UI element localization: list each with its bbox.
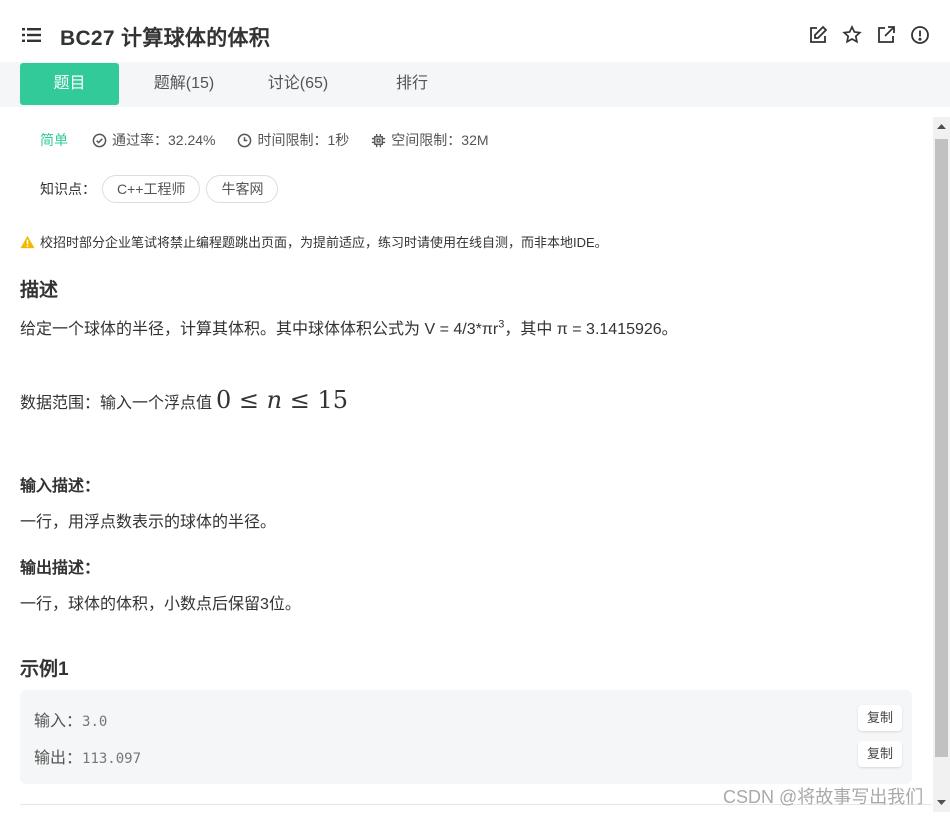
output-text: 一行，球体的体积，小数点后保留3位。 xyxy=(20,596,301,613)
difficulty-badge: 简单 xyxy=(40,132,68,148)
description-text: 给定一个球体的半径，计算其体积。其中球体体积公式为 V = 4/3*πr3，其中… xyxy=(20,318,678,338)
example-output-value[interactable]: 113.097 xyxy=(82,751,141,767)
scrollbar-thumb[interactable] xyxy=(935,139,948,757)
chip-icon xyxy=(372,133,386,147)
description-heading: 描述 xyxy=(20,280,59,301)
tab-ranking[interactable]: 排行 xyxy=(364,62,460,106)
warning-icon xyxy=(20,235,35,248)
copy-output-button[interactable]: 复制 xyxy=(858,741,902,767)
tag-chip[interactable]: C++工程师 xyxy=(102,175,201,203)
range-formula: 0 ≤ n ≤ 15 xyxy=(216,386,349,414)
input-text: 一行，用浮点数表示的球体的半径。 xyxy=(20,514,277,531)
tag-chip[interactable]: 牛客网 xyxy=(206,175,279,203)
example-input-value[interactable]: 3.0 xyxy=(82,714,107,730)
example-heading: 示例1 xyxy=(20,659,69,680)
example-box: 输入：3.0 复制 输出：113.097 复制 xyxy=(20,690,912,784)
data-range: 数据范围：输入一个浮点值 0 ≤ n ≤ 15 xyxy=(20,386,349,414)
top-bar: BC27 计算球体的体积 xyxy=(0,0,950,62)
scroll-up-arrow-icon[interactable] xyxy=(933,117,950,137)
report-icon[interactable] xyxy=(910,25,930,45)
time-limit: 时间限制：1秒 xyxy=(257,132,350,148)
check-circle-icon xyxy=(92,133,107,147)
example-input: 输入：3.0 xyxy=(34,713,108,730)
list-menu-icon[interactable] xyxy=(22,27,42,43)
problem-meta: 简单 通过率：32.24% 时间限制：1秒 空间限制：32M xyxy=(40,130,511,150)
notice-text: 校招时部分企业笔试将禁止编程题跳出页面，为提前适应，练习时请使用在线自测，而非本… xyxy=(40,235,608,250)
example-output: 输出：113.097 xyxy=(34,750,142,767)
input-heading: 输入描述： xyxy=(20,478,101,495)
tab-problem[interactable]: 题目 xyxy=(20,63,119,105)
watermark: CSDN @将故事写出我们 xyxy=(723,787,924,807)
star-icon[interactable] xyxy=(842,25,862,45)
pass-rate: 通过率：32.24% xyxy=(112,132,216,148)
exam-notice: 校招时部分企业笔试将禁止编程题跳出页面，为提前适应，练习时请使用在线自测，而非本… xyxy=(20,232,608,251)
problem-title: BC27 计算球体的体积 xyxy=(60,27,271,50)
copy-input-button[interactable]: 复制 xyxy=(858,705,902,731)
memory-limit: 空间限制：32M xyxy=(391,132,489,148)
clock-icon xyxy=(238,133,252,147)
tab-bar: 题目 题解(15) 讨论(65) 排行 xyxy=(0,62,950,107)
external-link-icon[interactable] xyxy=(876,25,896,45)
scroll-down-arrow-icon[interactable] xyxy=(933,792,950,812)
tab-discussion[interactable]: 讨论(65) xyxy=(250,62,346,106)
edit-icon[interactable] xyxy=(808,25,828,45)
tab-solutions[interactable]: 题解(15) xyxy=(136,62,232,106)
output-heading: 输出描述： xyxy=(20,560,101,577)
knowledge-points: 知识点： C++工程师 牛客网 xyxy=(40,175,279,203)
knowledge-label: 知识点： xyxy=(40,181,96,197)
scrollbar[interactable] xyxy=(933,117,950,812)
